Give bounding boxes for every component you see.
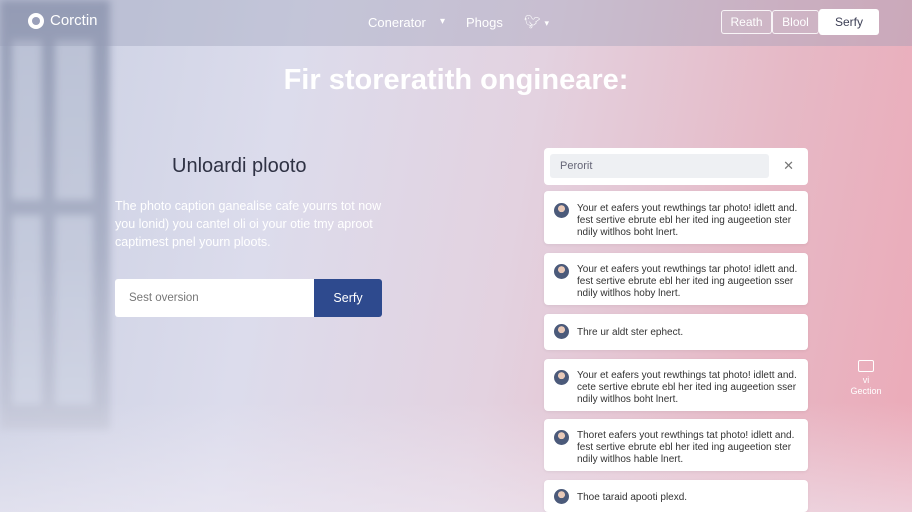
search-button[interactable]: Serfy [314,279,382,317]
result-card[interactable]: Thoe taraid apooti plexd. [544,480,808,512]
card-text: Your et eafers yout rewthings tar photo!… [577,264,798,299]
blool-button[interactable]: Blool [772,10,819,34]
brand-name: Corctin [50,12,98,29]
twitter-icon[interactable]: 🐦︎ ▾ [524,14,549,30]
card-text: Your et eafers yout rewthings tat photo!… [577,370,797,405]
page-headline: Fir storeratith ongineare: [283,64,629,96]
brand-icon [28,12,44,29]
panel-search-field[interactable]: Perorit [550,154,769,178]
result-card[interactable]: Your et eafers yout rewthings tat photo!… [544,359,808,411]
brand-logo[interactable]: Corctin [28,12,98,29]
avatar [554,264,569,279]
result-card[interactable]: Your et eafers yout rewthings tar photo!… [544,253,808,305]
card-text: Your et eafers yout rewthings tar photo!… [577,203,798,238]
side-feedback-widget[interactable]: vi Gection [846,360,886,397]
card-text: Thre ur aldt ster ephect. [577,327,684,338]
top-nav: Corctin Conerator ▾ Phogs 🐦︎ ▾ Reath Bloo… [0,0,912,46]
close-icon[interactable]: ✕ [783,158,794,174]
upload-description: The photo caption ganealise cafe yourrs … [115,199,382,249]
result-card[interactable]: Thre ur aldt ster ephect. [544,314,808,350]
result-card[interactable]: Your et eafers yout rewthings tar photo!… [544,191,808,244]
panel-search-text: Perorit [560,160,593,172]
nav-link-conerator[interactable]: Conerator [368,15,426,30]
avatar [554,324,569,339]
chat-icon [858,360,874,372]
avatar [554,203,569,218]
results-panel-header: Perorit ✕ [544,148,808,185]
search-input[interactable] [115,279,314,317]
chevron-down-icon[interactable]: ▾ [440,16,445,27]
card-text: Thoret eafers yout rewthings tat photo! … [577,430,795,465]
avatar [554,489,569,504]
serfy-nav-button[interactable]: Serfy [819,9,879,35]
avatar [554,430,569,445]
side-widget-line1: vi [862,375,870,385]
result-card[interactable]: Thoret eafers yout rewthings tat photo! … [544,419,808,471]
reath-button[interactable]: Reath [721,10,772,34]
side-widget-line2: Gection [850,386,882,396]
card-text: Thoe taraid apooti plexd. [577,492,688,503]
upload-title: Unloardi plooto [172,155,307,177]
avatar [554,370,569,385]
nav-link-phogs[interactable]: Phogs [466,15,503,30]
